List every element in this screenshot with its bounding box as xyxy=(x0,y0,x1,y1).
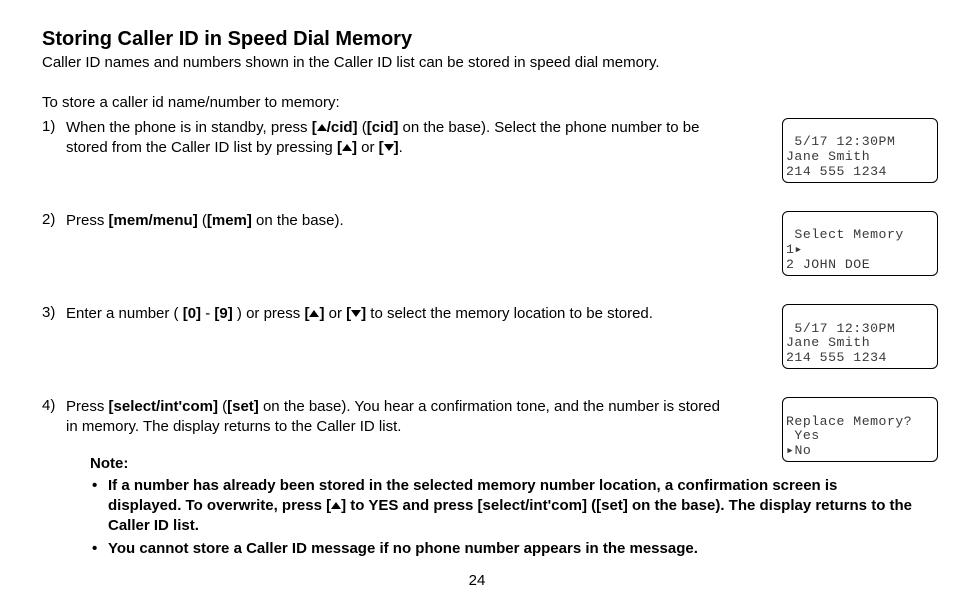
page-number: 24 xyxy=(0,572,954,589)
lcd-line: Jane Smith xyxy=(786,336,934,351)
manual-page: Storing Caller ID in Speed Dial Memory C… xyxy=(0,0,954,609)
lcd-line: 5/17 12:30PM xyxy=(786,135,934,150)
lcd-column: Replace Memory? Yes▸No xyxy=(738,397,938,462)
key: [set] xyxy=(227,398,259,415)
lcd-line: 2 JOHN DOE xyxy=(786,258,934,273)
text: on the base). xyxy=(252,212,344,229)
note-item: You cannot store a Caller ID message if … xyxy=(90,539,914,559)
step-number: 3) xyxy=(42,304,66,321)
step-2: 2) Press [mem/menu] ([mem] on the base).… xyxy=(42,211,914,276)
key: [select/int'com] xyxy=(109,398,218,415)
lcd-line: Jane Smith xyxy=(786,150,934,165)
key: [9] xyxy=(214,305,232,322)
step-body: Enter a number ( [0] - [9] ) or press []… xyxy=(66,304,738,324)
lcd-line: 214 555 1234 xyxy=(786,351,934,366)
step-body: When the phone is in standby, press [/ci… xyxy=(66,118,738,159)
step-3: 3) Enter a number ( [0] - [9] ) or press… xyxy=(42,304,914,369)
key: [0] xyxy=(183,305,201,322)
lcd-line: ▸No xyxy=(786,444,934,459)
intro-text: Caller ID names and numbers shown in the… xyxy=(42,53,914,73)
lcd-screen: Select Memory1▸2 JOHN DOE xyxy=(782,211,938,276)
text: Press xyxy=(66,212,109,229)
lcd-line: Select Memory xyxy=(786,228,934,243)
step-body: Press [mem/menu] ([mem] on the base). xyxy=(66,211,738,231)
text: . xyxy=(399,139,403,156)
up-arrow-icon xyxy=(331,502,341,509)
text: ) or press xyxy=(233,305,305,322)
up-arrow-icon xyxy=(309,310,319,317)
key: [mem/menu] xyxy=(109,212,198,229)
text: When the phone is in standby, press xyxy=(66,119,312,136)
down-arrow-icon xyxy=(384,144,394,151)
page-heading: Storing Caller ID in Speed Dial Memory xyxy=(42,28,914,51)
key: [cid] xyxy=(367,119,399,136)
step-4: 4) Press [select/int'com] ([set] on the … xyxy=(42,397,914,462)
subintro-text: To store a caller id name/number to memo… xyxy=(42,93,914,113)
lcd-column: Select Memory1▸2 JOHN DOE xyxy=(738,211,938,276)
lcd-screen: 5/17 12:30PMJane Smith214 555 1234 xyxy=(782,304,938,369)
down-arrow-icon xyxy=(351,310,361,317)
lcd-line: 214 555 1234 xyxy=(786,165,934,180)
text: Enter a number ( xyxy=(66,305,183,322)
key-close: /cid] xyxy=(327,119,358,136)
text: ( xyxy=(198,212,207,229)
up-arrow-icon xyxy=(342,144,352,151)
lcd-line: Replace Memory? xyxy=(786,415,934,430)
note-bullet-list: If a number has already been stored in t… xyxy=(90,476,914,559)
text: or xyxy=(357,139,379,156)
text: - xyxy=(201,305,214,322)
step-number: 4) xyxy=(42,397,66,414)
lcd-line: Yes xyxy=(786,429,934,444)
lcd-line: 5/17 12:30PM xyxy=(786,322,934,337)
up-arrow-icon xyxy=(317,124,327,131)
text: or xyxy=(324,305,346,322)
text: ( xyxy=(218,398,227,415)
key: [mem] xyxy=(207,212,252,229)
lcd-screen: 5/17 12:30PMJane Smith214 555 1234 xyxy=(782,118,938,183)
notes: Note: If a number has already been store… xyxy=(66,454,914,559)
lcd-column: 5/17 12:30PMJane Smith214 555 1234 xyxy=(738,304,938,369)
text: Press xyxy=(66,398,109,415)
step-number: 2) xyxy=(42,211,66,228)
step-1: 1) When the phone is in standby, press [… xyxy=(42,118,914,183)
step-number: 1) xyxy=(42,118,66,135)
text: ( xyxy=(358,119,367,136)
lcd-column: 5/17 12:30PMJane Smith214 555 1234 xyxy=(738,118,938,183)
text: to select the memory location to be stor… xyxy=(366,305,653,322)
note-item: If a number has already been stored in t… xyxy=(90,476,914,536)
steps-list: 1) When the phone is in standby, press [… xyxy=(42,118,914,463)
lcd-line: 1▸ xyxy=(786,243,934,258)
step-body: Press [select/int'com] ([set] on the bas… xyxy=(66,397,738,438)
lcd-screen: Replace Memory? Yes▸No xyxy=(782,397,938,462)
